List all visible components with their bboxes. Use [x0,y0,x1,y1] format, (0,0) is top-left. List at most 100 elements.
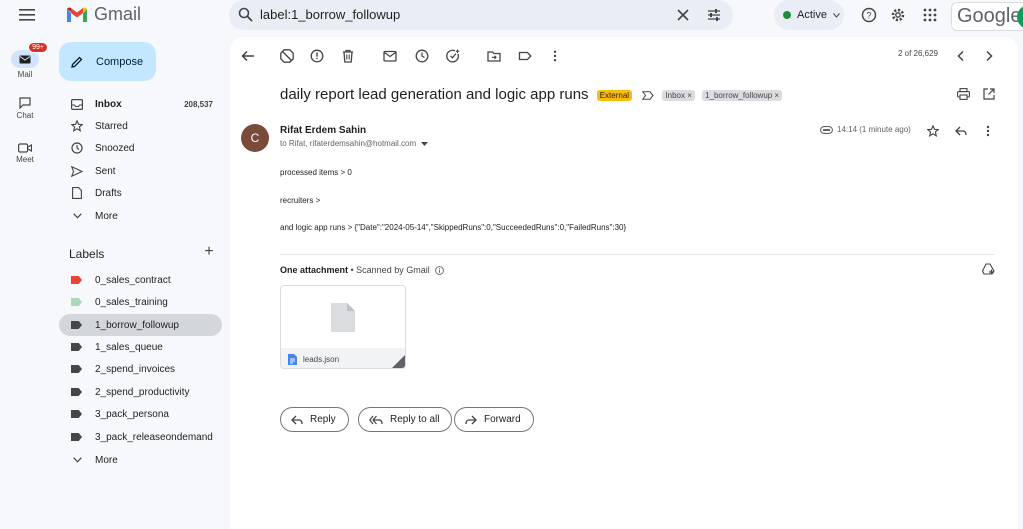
rail-meet[interactable]: Meet [0,143,50,164]
forward-label: Forward [484,414,521,425]
attachment-count: One attachment [280,265,349,275]
open-in-new-window-icon[interactable] [983,88,995,100]
search-input[interactable]: label:1_borrow_followup [260,7,400,22]
label-tag-icon [71,321,82,329]
label-item[interactable]: 3_pack_releaseondemand [59,426,222,448]
reply-icon[interactable] [955,126,967,136]
label-item[interactable]: 3_pack_persona [59,403,222,425]
label-item[interactable]: 2_spend_invoices [59,358,222,380]
recipients-text: to Rifat, rifaterdemsahin@hotmail.com [280,139,417,148]
attachment-card[interactable]: leads.json [280,285,406,369]
label-chip-inbox[interactable]: Inbox × [662,89,695,101]
remove-label-icon[interactable]: × [687,91,692,100]
email-subject: daily report lead generation and logic a… [280,86,589,103]
labels-more[interactable]: More [59,449,222,471]
support-button[interactable]: ? [857,3,881,27]
account-organization[interactable]: Google [951,2,1023,31]
label-icon[interactable] [518,49,532,63]
rail-label: Mail [17,70,33,79]
pagination-count: 2 of 26,629 [897,49,938,58]
reply-all-button[interactable]: Reply to all [358,407,453,432]
external-badge: External [596,89,633,101]
trash-icon[interactable] [341,49,355,63]
nav-more[interactable]: More [59,205,222,227]
clear-search-icon[interactable] [677,9,689,21]
settings-button[interactable] [886,3,910,27]
forward-button[interactable]: Forward [454,407,534,432]
unread-count: 208,537 [184,99,213,109]
mail-icon [19,55,31,63]
label-tag-icon [71,276,82,284]
nav-starred[interactable]: Starred [59,115,222,137]
nav-label: More [95,210,118,222]
label-tag-icon [71,388,82,396]
label-chip-borrow[interactable]: 1_borrow_followup × [702,89,783,101]
report-spam-icon[interactable] [280,49,294,63]
nav-inbox[interactable]: Inbox 208,537 [59,93,222,115]
status-label: Active [797,9,827,21]
scanned-note: • Scanned by Gmail [348,265,430,275]
move-to-folder-icon[interactable] [487,49,501,63]
info-circle-icon[interactable] [310,49,324,63]
info-icon[interactable] [435,266,445,275]
gmail-logo[interactable]: Gmail [66,4,141,25]
nav-label: Sent [95,165,116,177]
reply-button[interactable]: Reply [280,407,349,432]
nav-snoozed[interactable]: Snoozed [59,137,222,159]
video-icon [18,143,32,153]
rail-chat[interactable]: Chat [0,97,50,120]
nav-sent[interactable]: Sent [59,160,222,182]
apps-button[interactable] [918,3,942,27]
sender-avatar[interactable]: C [241,124,269,152]
nav-drafts[interactable]: Drafts [59,182,222,204]
label-item-selected[interactable]: 1_borrow_followup [59,314,222,336]
mark-unread-icon[interactable] [383,49,397,63]
star-icon [71,120,83,132]
main-menu-button[interactable] [12,2,42,28]
snooze-clock-icon[interactable] [415,49,429,63]
clock-icon [71,142,83,154]
label-name: 2_spend_productivity [95,386,190,398]
label-item[interactable]: 2_spend_productivity [59,381,222,403]
nav-label: Drafts [95,187,122,199]
sender-name[interactable]: Rifat Erdem Sahin [280,125,366,136]
print-icon[interactable] [957,88,970,100]
chevron-right-icon[interactable] [982,49,996,63]
compose-button[interactable]: Compose [59,42,156,81]
search-options-icon[interactable] [707,8,721,22]
search-icon[interactable] [238,7,253,22]
star-icon[interactable] [927,125,939,137]
page-curl-icon [392,355,405,368]
chevron-left-icon[interactable] [954,49,968,63]
label-item[interactable]: 0_sales_contract [59,269,222,291]
more-vert-icon[interactable] [548,49,562,63]
search-bar[interactable]: label:1_borrow_followup [229,0,733,30]
menu-icon [19,9,35,21]
more-vert-icon[interactable] [985,125,991,137]
file-icon [331,302,355,332]
rail-mail[interactable]: 99+ Mail [0,42,50,79]
status-selector[interactable]: Active [774,0,844,30]
label-name: 0_sales_contract [95,274,171,286]
add-to-drive-icon[interactable] [982,263,995,275]
status-dot [783,11,791,19]
unread-badge: 99+ [28,42,48,53]
attachment-filename: leads.json [303,354,340,364]
caret-down-icon[interactable] [421,141,429,146]
label-name: 3_pack_releaseondemand [95,431,213,443]
label-item[interactable]: 1_sales_queue [59,336,222,358]
label-tag-icon [71,298,82,306]
remove-label-icon[interactable]: × [774,91,779,100]
importance-marker-icon[interactable] [642,90,654,100]
back-arrow-icon[interactable] [241,49,255,63]
message-view: 2 of 26,629 daily report lead generation… [230,37,1018,529]
draft-icon [72,187,82,199]
svg-text:?: ? [866,11,871,21]
apps-grid-icon [923,8,937,22]
label-tag-icon [71,410,82,418]
reply-label: Reply [310,414,336,425]
add-task-icon[interactable] [446,49,460,63]
create-label-button[interactable]: + [201,244,217,260]
inbox-icon [71,98,83,110]
label-item[interactable]: 0_sales_training [59,291,222,313]
